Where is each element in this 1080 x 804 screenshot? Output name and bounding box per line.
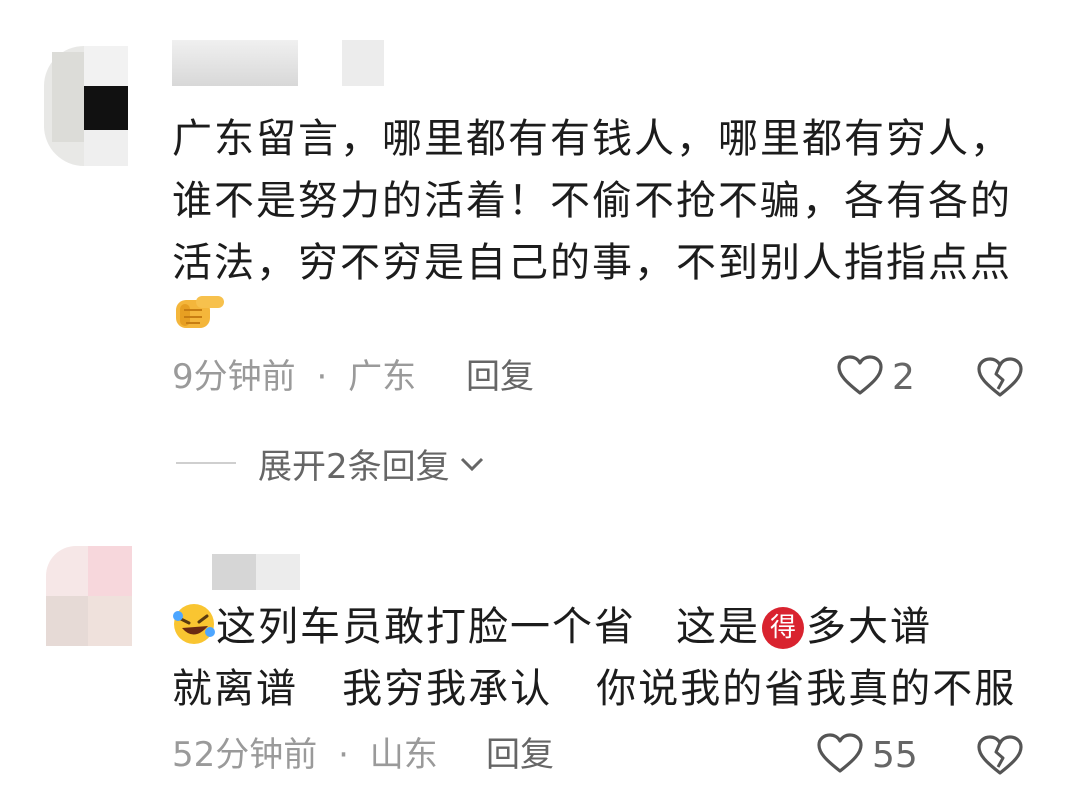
de-badge-emoji: 得 xyxy=(762,607,804,649)
comment-location: 山东 xyxy=(369,735,438,775)
broken-heart-icon xyxy=(976,357,1024,402)
comment-line: 广东留言，哪里都有有钱人，哪里都有穷人， xyxy=(172,116,1012,162)
chevron-down-icon xyxy=(458,443,486,483)
avatar[interactable] xyxy=(46,546,136,646)
comment-line: 谁不是努力的活着！不偷不抢不骗，各有各的 xyxy=(172,178,1012,224)
meta-separator: · xyxy=(338,735,349,775)
expand-replies-label: 展开2条回复 xyxy=(258,446,450,487)
comment-2: 这列车员敢打脸一个省 这是得多大谱 就离谱 我穷我承认 你说我的省我真的不服 52… xyxy=(0,500,1080,804)
heart-icon xyxy=(836,354,884,400)
comment-text-part: 这是 xyxy=(676,604,760,650)
comment-line: 就离谱 我穷我承认 你说我的省我真的不服 xyxy=(172,666,1017,712)
username[interactable] xyxy=(172,40,392,86)
comment-text: 这列车员敢打脸一个省 这是得多大谱 就离谱 我穷我承认 你说我的省我真的不服 xyxy=(172,596,1052,720)
heart-icon xyxy=(816,732,864,778)
comment-time: 9分钟前 xyxy=(172,357,296,397)
like-button[interactable]: 2 xyxy=(836,352,915,402)
comment-text-part: 多大谱 xyxy=(806,604,932,650)
comment-line: 这列车员敢打脸一个省 这是得多大谱 xyxy=(172,596,1052,658)
comment-meta: 9分钟前 · 广东 回复 xyxy=(172,352,572,402)
avatar[interactable] xyxy=(44,46,134,166)
comment-1: 广东留言，哪里都有有钱人，哪里都有穷人， 谁不是努力的活着！不偷不抢不骗，各有各… xyxy=(0,0,1080,500)
divider xyxy=(176,462,236,464)
expand-replies-button[interactable]: 展开2条回复 xyxy=(176,440,486,487)
like-count: 55 xyxy=(872,734,918,776)
username[interactable] xyxy=(212,554,302,590)
comment-line: 活法，穷不穷是自己的事，不到别人指指点点 xyxy=(172,240,1012,286)
meta-separator: · xyxy=(316,357,328,397)
dislike-button[interactable] xyxy=(976,734,1024,780)
comment-text: 广东留言，哪里都有有钱人，哪里都有穷人， 谁不是努力的活着！不偷不抢不骗，各有各… xyxy=(172,108,1052,294)
dislike-button[interactable] xyxy=(976,356,1024,402)
reply-button[interactable]: 回复 xyxy=(486,730,554,780)
rolling-laughing-emoji xyxy=(172,602,216,664)
comment-meta: 52分钟前 · 山东 回复 xyxy=(172,730,592,780)
broken-heart-icon xyxy=(976,735,1024,780)
reply-button[interactable]: 回复 xyxy=(466,352,534,402)
like-count: 2 xyxy=(892,356,915,398)
comment-text-part: 这列车员敢打脸一个省 xyxy=(216,604,636,650)
like-button[interactable]: 55 xyxy=(816,730,918,780)
pointing-hand-emoji xyxy=(174,290,226,336)
comment-location: 广东 xyxy=(348,357,417,397)
comment-time: 52分钟前 xyxy=(172,735,318,775)
